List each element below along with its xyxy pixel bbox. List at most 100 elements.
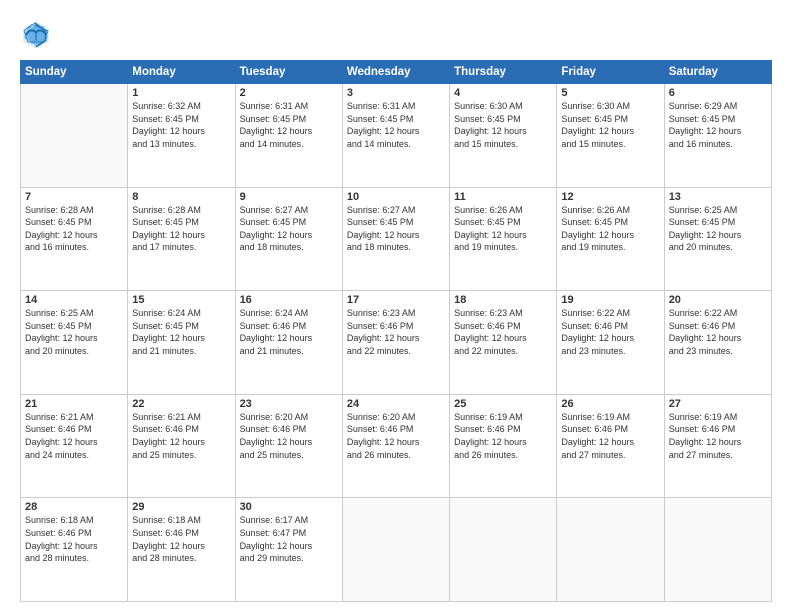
calendar-day-cell: 10Sunrise: 6:27 AM Sunset: 6:45 PM Dayli…	[342, 187, 449, 291]
day-info: Sunrise: 6:28 AM Sunset: 6:45 PM Dayligh…	[25, 204, 123, 254]
calendar-week-row: 1Sunrise: 6:32 AM Sunset: 6:45 PM Daylig…	[21, 84, 772, 188]
calendar-day-cell	[557, 498, 664, 602]
calendar-day-header: Friday	[557, 61, 664, 84]
day-number: 10	[347, 191, 445, 203]
day-info: Sunrise: 6:18 AM Sunset: 6:46 PM Dayligh…	[25, 514, 123, 564]
day-number: 1	[132, 87, 230, 99]
day-number: 13	[669, 191, 767, 203]
day-number: 23	[240, 398, 338, 410]
day-info: Sunrise: 6:19 AM Sunset: 6:46 PM Dayligh…	[669, 411, 767, 461]
day-number: 11	[454, 191, 552, 203]
calendar-day-cell: 26Sunrise: 6:19 AM Sunset: 6:46 PM Dayli…	[557, 394, 664, 498]
day-info: Sunrise: 6:22 AM Sunset: 6:46 PM Dayligh…	[669, 307, 767, 357]
calendar-day-cell: 20Sunrise: 6:22 AM Sunset: 6:46 PM Dayli…	[664, 291, 771, 395]
day-number: 16	[240, 294, 338, 306]
day-info: Sunrise: 6:26 AM Sunset: 6:45 PM Dayligh…	[454, 204, 552, 254]
logo	[20, 18, 56, 50]
calendar-day-cell: 18Sunrise: 6:23 AM Sunset: 6:46 PM Dayli…	[450, 291, 557, 395]
day-info: Sunrise: 6:21 AM Sunset: 6:46 PM Dayligh…	[25, 411, 123, 461]
calendar-day-header: Sunday	[21, 61, 128, 84]
page: SundayMondayTuesdayWednesdayThursdayFrid…	[0, 0, 792, 612]
day-info: Sunrise: 6:18 AM Sunset: 6:46 PM Dayligh…	[132, 514, 230, 564]
day-info: Sunrise: 6:25 AM Sunset: 6:45 PM Dayligh…	[25, 307, 123, 357]
day-number: 19	[561, 294, 659, 306]
day-info: Sunrise: 6:27 AM Sunset: 6:45 PM Dayligh…	[240, 204, 338, 254]
day-info: Sunrise: 6:19 AM Sunset: 6:46 PM Dayligh…	[454, 411, 552, 461]
day-number: 7	[25, 191, 123, 203]
day-info: Sunrise: 6:30 AM Sunset: 6:45 PM Dayligh…	[561, 100, 659, 150]
day-info: Sunrise: 6:31 AM Sunset: 6:45 PM Dayligh…	[240, 100, 338, 150]
calendar-day-cell	[342, 498, 449, 602]
calendar-day-cell: 16Sunrise: 6:24 AM Sunset: 6:46 PM Dayli…	[235, 291, 342, 395]
calendar-day-cell: 13Sunrise: 6:25 AM Sunset: 6:45 PM Dayli…	[664, 187, 771, 291]
calendar-day-cell: 6Sunrise: 6:29 AM Sunset: 6:45 PM Daylig…	[664, 84, 771, 188]
calendar-day-cell: 27Sunrise: 6:19 AM Sunset: 6:46 PM Dayli…	[664, 394, 771, 498]
day-number: 8	[132, 191, 230, 203]
calendar-table: SundayMondayTuesdayWednesdayThursdayFrid…	[20, 60, 772, 602]
day-number: 17	[347, 294, 445, 306]
day-info: Sunrise: 6:19 AM Sunset: 6:46 PM Dayligh…	[561, 411, 659, 461]
day-number: 5	[561, 87, 659, 99]
calendar-day-cell: 11Sunrise: 6:26 AM Sunset: 6:45 PM Dayli…	[450, 187, 557, 291]
day-info: Sunrise: 6:21 AM Sunset: 6:46 PM Dayligh…	[132, 411, 230, 461]
day-info: Sunrise: 6:20 AM Sunset: 6:46 PM Dayligh…	[240, 411, 338, 461]
day-number: 15	[132, 294, 230, 306]
calendar-day-header: Thursday	[450, 61, 557, 84]
day-info: Sunrise: 6:28 AM Sunset: 6:45 PM Dayligh…	[132, 204, 230, 254]
calendar-day-cell: 3Sunrise: 6:31 AM Sunset: 6:45 PM Daylig…	[342, 84, 449, 188]
logo-icon	[20, 18, 52, 50]
calendar-week-row: 7Sunrise: 6:28 AM Sunset: 6:45 PM Daylig…	[21, 187, 772, 291]
day-number: 21	[25, 398, 123, 410]
day-number: 2	[240, 87, 338, 99]
day-number: 24	[347, 398, 445, 410]
day-number: 18	[454, 294, 552, 306]
day-number: 4	[454, 87, 552, 99]
day-info: Sunrise: 6:17 AM Sunset: 6:47 PM Dayligh…	[240, 514, 338, 564]
day-info: Sunrise: 6:24 AM Sunset: 6:46 PM Dayligh…	[240, 307, 338, 357]
day-info: Sunrise: 6:20 AM Sunset: 6:46 PM Dayligh…	[347, 411, 445, 461]
day-number: 3	[347, 87, 445, 99]
day-number: 12	[561, 191, 659, 203]
day-number: 6	[669, 87, 767, 99]
calendar-day-cell: 8Sunrise: 6:28 AM Sunset: 6:45 PM Daylig…	[128, 187, 235, 291]
day-number: 20	[669, 294, 767, 306]
calendar-day-cell: 22Sunrise: 6:21 AM Sunset: 6:46 PM Dayli…	[128, 394, 235, 498]
day-number: 14	[25, 294, 123, 306]
calendar-day-cell: 9Sunrise: 6:27 AM Sunset: 6:45 PM Daylig…	[235, 187, 342, 291]
calendar-day-cell: 19Sunrise: 6:22 AM Sunset: 6:46 PM Dayli…	[557, 291, 664, 395]
day-info: Sunrise: 6:22 AM Sunset: 6:46 PM Dayligh…	[561, 307, 659, 357]
calendar-day-cell	[21, 84, 128, 188]
day-number: 9	[240, 191, 338, 203]
day-number: 22	[132, 398, 230, 410]
header	[20, 18, 772, 50]
calendar-day-cell	[664, 498, 771, 602]
day-number: 27	[669, 398, 767, 410]
day-info: Sunrise: 6:30 AM Sunset: 6:45 PM Dayligh…	[454, 100, 552, 150]
calendar-day-cell: 4Sunrise: 6:30 AM Sunset: 6:45 PM Daylig…	[450, 84, 557, 188]
calendar-day-cell: 1Sunrise: 6:32 AM Sunset: 6:45 PM Daylig…	[128, 84, 235, 188]
day-info: Sunrise: 6:23 AM Sunset: 6:46 PM Dayligh…	[454, 307, 552, 357]
calendar-day-cell: 25Sunrise: 6:19 AM Sunset: 6:46 PM Dayli…	[450, 394, 557, 498]
calendar-day-header: Wednesday	[342, 61, 449, 84]
calendar-day-header: Tuesday	[235, 61, 342, 84]
calendar-day-cell: 7Sunrise: 6:28 AM Sunset: 6:45 PM Daylig…	[21, 187, 128, 291]
calendar-day-cell: 15Sunrise: 6:24 AM Sunset: 6:45 PM Dayli…	[128, 291, 235, 395]
day-info: Sunrise: 6:31 AM Sunset: 6:45 PM Dayligh…	[347, 100, 445, 150]
calendar-day-header: Saturday	[664, 61, 771, 84]
calendar-day-cell: 14Sunrise: 6:25 AM Sunset: 6:45 PM Dayli…	[21, 291, 128, 395]
calendar-day-header: Monday	[128, 61, 235, 84]
calendar-week-row: 21Sunrise: 6:21 AM Sunset: 6:46 PM Dayli…	[21, 394, 772, 498]
calendar-day-cell: 23Sunrise: 6:20 AM Sunset: 6:46 PM Dayli…	[235, 394, 342, 498]
day-number: 26	[561, 398, 659, 410]
calendar-day-cell: 5Sunrise: 6:30 AM Sunset: 6:45 PM Daylig…	[557, 84, 664, 188]
day-number: 28	[25, 501, 123, 513]
calendar-week-row: 14Sunrise: 6:25 AM Sunset: 6:45 PM Dayli…	[21, 291, 772, 395]
calendar-day-cell: 29Sunrise: 6:18 AM Sunset: 6:46 PM Dayli…	[128, 498, 235, 602]
calendar-day-cell: 21Sunrise: 6:21 AM Sunset: 6:46 PM Dayli…	[21, 394, 128, 498]
day-info: Sunrise: 6:23 AM Sunset: 6:46 PM Dayligh…	[347, 307, 445, 357]
day-info: Sunrise: 6:29 AM Sunset: 6:45 PM Dayligh…	[669, 100, 767, 150]
day-number: 30	[240, 501, 338, 513]
day-number: 25	[454, 398, 552, 410]
day-info: Sunrise: 6:27 AM Sunset: 6:45 PM Dayligh…	[347, 204, 445, 254]
calendar-week-row: 28Sunrise: 6:18 AM Sunset: 6:46 PM Dayli…	[21, 498, 772, 602]
